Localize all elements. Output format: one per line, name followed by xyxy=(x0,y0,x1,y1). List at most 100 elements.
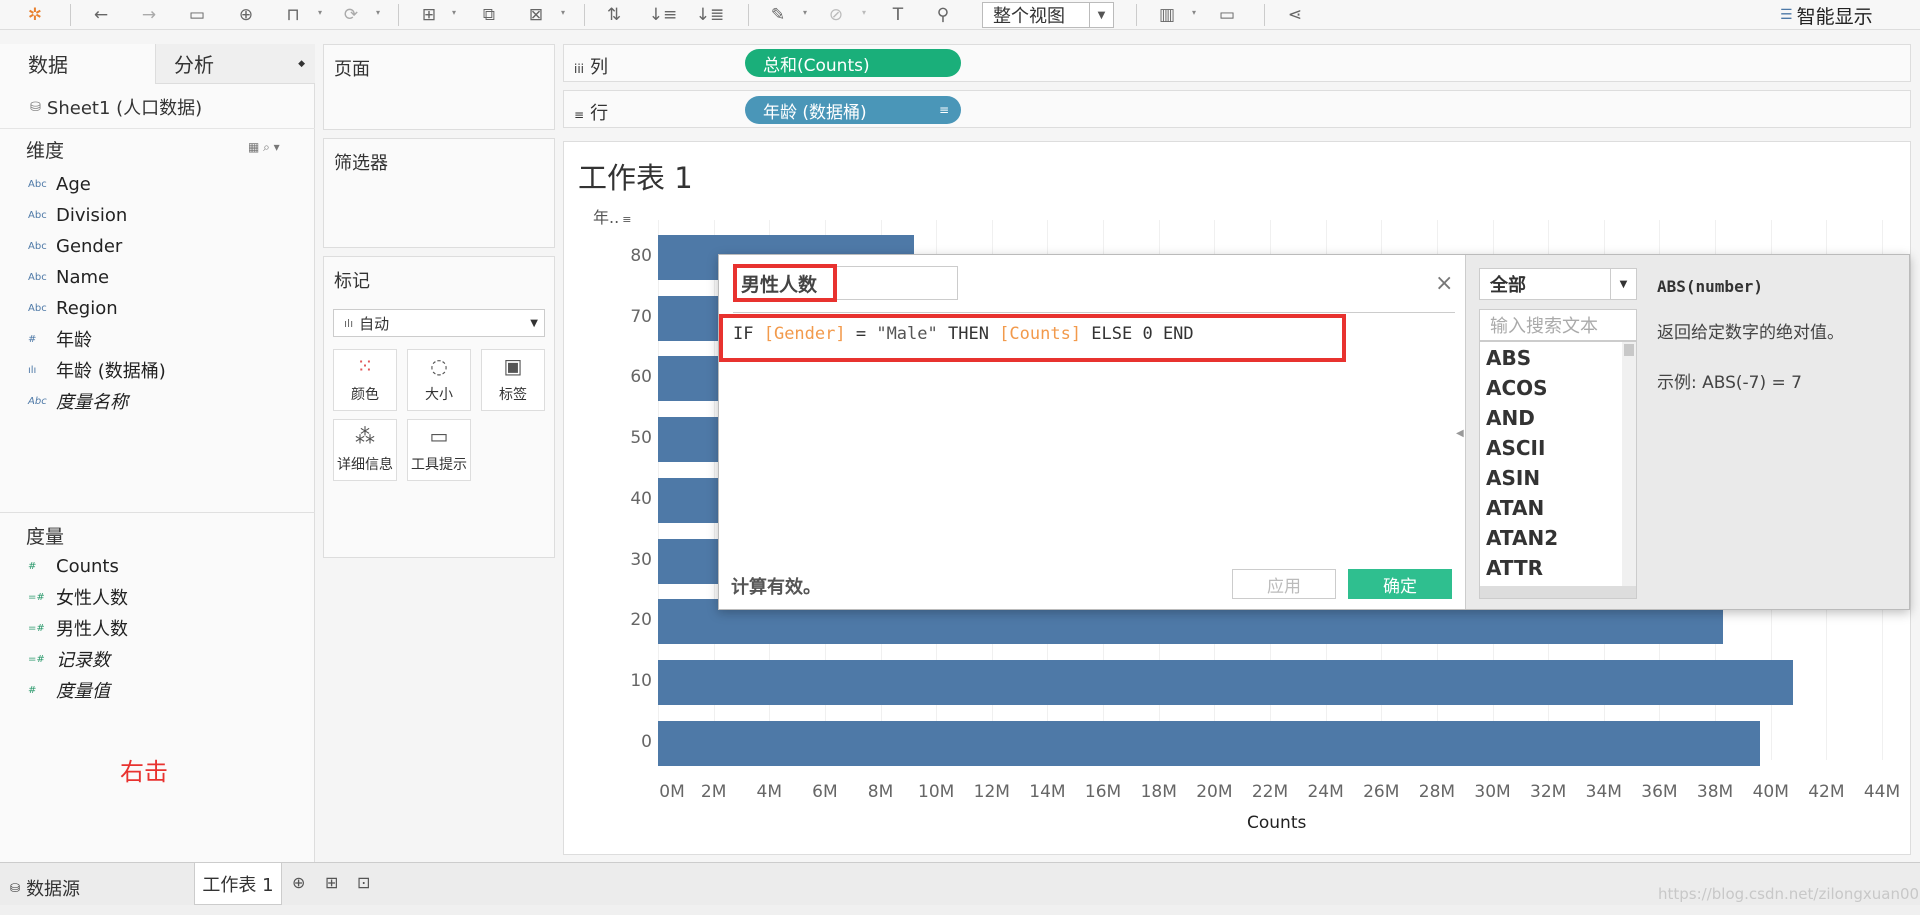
function-item[interactable]: ASIN xyxy=(1486,466,1540,490)
show-cards-icon[interactable]: ▥ xyxy=(1154,3,1180,27)
redo-icon[interactable]: → xyxy=(136,3,162,27)
measure-item[interactable]: =# 男性人数 xyxy=(28,615,128,641)
refresh-icon[interactable]: ⟳ xyxy=(338,3,364,27)
dimension-type-icon: Abc xyxy=(28,302,47,314)
dimension-label: 年龄 (数据桶) xyxy=(56,361,166,382)
marks-tooltip-label: 工具提示 xyxy=(411,457,467,473)
watermark: https://blog.csdn.net/zilongxuan008 xyxy=(1658,885,1920,903)
columns-pill[interactable]: 总和(Counts) xyxy=(745,49,961,77)
h-scrollbar[interactable] xyxy=(1480,586,1636,598)
dimension-type-icon: ılı xyxy=(28,364,37,376)
marks-size-button[interactable]: ◌ 大小 xyxy=(407,349,471,411)
save-icon[interactable]: ▭ xyxy=(184,3,210,27)
marks-detail-button[interactable]: ⁂ 详细信息 xyxy=(333,419,397,481)
dimension-item[interactable]: Abc Age xyxy=(28,171,91,197)
bar[interactable] xyxy=(658,720,1760,766)
rows-pill[interactable]: 年龄 (数据桶) ≡ xyxy=(745,96,961,124)
x-tick-label: 40M xyxy=(1752,782,1789,802)
datasource-item[interactable]: ⛁ Sheet1 (人口数据) xyxy=(30,94,202,120)
dimensions-title: 维度 xyxy=(26,140,65,162)
ok-button[interactable]: 确定 xyxy=(1348,569,1452,599)
sheet-tab[interactable]: 工作表 1 xyxy=(194,863,282,905)
highlight-icon[interactable]: ✎ xyxy=(765,3,791,27)
status-bar xyxy=(0,905,1920,915)
function-item[interactable]: ATTR xyxy=(1486,556,1543,580)
row-axis-header[interactable]: 年.. ≡ xyxy=(593,204,631,228)
datasource-tab[interactable]: ⛁ 数据源 xyxy=(10,875,80,901)
marks-tooltip-button[interactable]: ▭ 工具提示 xyxy=(407,419,471,481)
marks-detail-label: 详细信息 xyxy=(337,457,393,473)
close-icon[interactable]: × xyxy=(1435,271,1453,296)
function-item[interactable]: ATAN2 xyxy=(1486,526,1558,550)
measure-item[interactable]: # Counts xyxy=(28,553,119,579)
function-list-scrollbar[interactable] xyxy=(1622,342,1636,586)
y-tick-label: 20 xyxy=(630,610,652,631)
duplicate-sheet-icon[interactable]: ⧉ xyxy=(476,3,502,27)
pages-card[interactable]: 页面 xyxy=(323,44,555,130)
measure-type-icon: # xyxy=(28,560,37,572)
scroll-thumb[interactable] xyxy=(1624,344,1634,356)
text-icon: ▣ xyxy=(503,354,523,378)
sheet-title: 工作表 1 xyxy=(578,161,693,195)
label-icon[interactable]: T xyxy=(885,3,911,27)
dimension-item[interactable]: Abc Gender xyxy=(28,233,122,259)
rows-shelf[interactable]: ≡ 行 年龄 (数据桶) ≡ xyxy=(563,90,1911,128)
measure-item[interactable]: # 度量值 xyxy=(28,677,110,703)
y-tick-label: 40 xyxy=(630,488,652,509)
new-datasource-icon[interactable]: ⊕ xyxy=(233,3,259,27)
sheet-tab-bar: ⛁ 数据源 工作表 1 ⊕ ⊞ ⊡ xyxy=(0,862,1920,905)
new-story-icon[interactable]: ⊡ xyxy=(357,873,370,892)
dimension-tools-icon[interactable]: ▦ ⌕ ▾ xyxy=(248,140,280,155)
measure-item[interactable]: =# 女性人数 xyxy=(28,584,128,610)
dimension-item[interactable]: # 年龄 xyxy=(28,326,92,352)
function-list[interactable]: ABS ACOS AND ASCII ASIN ATAN ATAN2 ATTR xyxy=(1479,341,1637,599)
new-worksheet-icon[interactable]: ⊕ xyxy=(292,873,305,892)
apply-button[interactable]: 应用 xyxy=(1232,569,1336,599)
sort-icon: ≡ xyxy=(938,103,949,117)
function-category-select[interactable]: 全部 ▼ xyxy=(1479,268,1637,300)
swap-icon[interactable]: ⇅ xyxy=(601,3,627,27)
marks-color-button[interactable]: ⁙ 颜色 xyxy=(333,349,397,411)
measure-item[interactable]: =# 记录数 xyxy=(28,646,110,672)
y-tick-label: 0 xyxy=(641,731,652,752)
y-tick-label: 50 xyxy=(630,428,652,449)
smart-show-button[interactable]: ☰ 智能显示 xyxy=(1780,2,1873,28)
tab-analysis[interactable]: 分析 ◆ xyxy=(155,44,315,84)
dimension-item[interactable]: Abc Region xyxy=(28,295,118,321)
tab-analysis-label: 分析 xyxy=(174,53,214,77)
dimension-item[interactable]: ılı 年龄 (数据桶) xyxy=(28,357,166,383)
columns-shelf[interactable]: iii 列 总和(Counts) xyxy=(563,44,1911,82)
tableau-logo-icon[interactable]: ✲ xyxy=(22,3,48,27)
dimension-item[interactable]: Abc Division xyxy=(28,202,127,228)
smart-show-icon: ☰ xyxy=(1780,7,1793,23)
datasource-icon: ⛁ xyxy=(30,99,41,115)
y-tick-label: 80 xyxy=(630,246,652,266)
sort-desc-icon[interactable]: ↓≣ xyxy=(696,3,725,27)
new-sheet-icon[interactable]: ⊞ xyxy=(416,3,442,27)
clear-sheet-icon[interactable]: ⊠ xyxy=(523,3,549,27)
dimension-item[interactable]: Abc Name xyxy=(28,264,109,290)
tab-data[interactable]: 数据 xyxy=(0,44,155,84)
function-item[interactable]: ACOS xyxy=(1486,376,1548,400)
function-item[interactable]: ATAN xyxy=(1486,496,1544,520)
undo-icon[interactable]: ← xyxy=(88,3,114,27)
function-item[interactable]: AND xyxy=(1486,406,1535,430)
filters-card[interactable]: 筛选器 xyxy=(323,138,555,248)
marks-label-button[interactable]: ▣ 标签 xyxy=(481,349,545,411)
mark-type-select[interactable]: ılı 自动 ▼ xyxy=(333,309,545,337)
measure-type-icon: =# xyxy=(28,622,45,634)
function-item[interactable]: ASCII xyxy=(1486,436,1545,460)
sort-asc-icon[interactable]: ↓≡ xyxy=(649,3,678,27)
view-mode-select[interactable]: 整个视图 ▼ xyxy=(982,2,1114,28)
new-dashboard-icon[interactable]: ⊞ xyxy=(325,873,338,892)
pause-update-icon[interactable]: ⊓ xyxy=(280,3,306,27)
presentation-icon[interactable]: ▭ xyxy=(1214,3,1240,27)
dimension-item[interactable]: Abc 度量名称 xyxy=(28,388,128,414)
pin-icon[interactable]: ⚲ xyxy=(930,3,956,27)
attach-icon[interactable]: ⊘ xyxy=(823,3,849,27)
collapse-arrow-icon[interactable]: ◀ xyxy=(1456,428,1464,439)
function-item[interactable]: ABS xyxy=(1486,346,1531,370)
share-icon[interactable]: ⋖ xyxy=(1282,3,1308,27)
function-search-input[interactable]: 输入搜索文本 xyxy=(1479,309,1637,341)
bar[interactable] xyxy=(658,659,1793,705)
